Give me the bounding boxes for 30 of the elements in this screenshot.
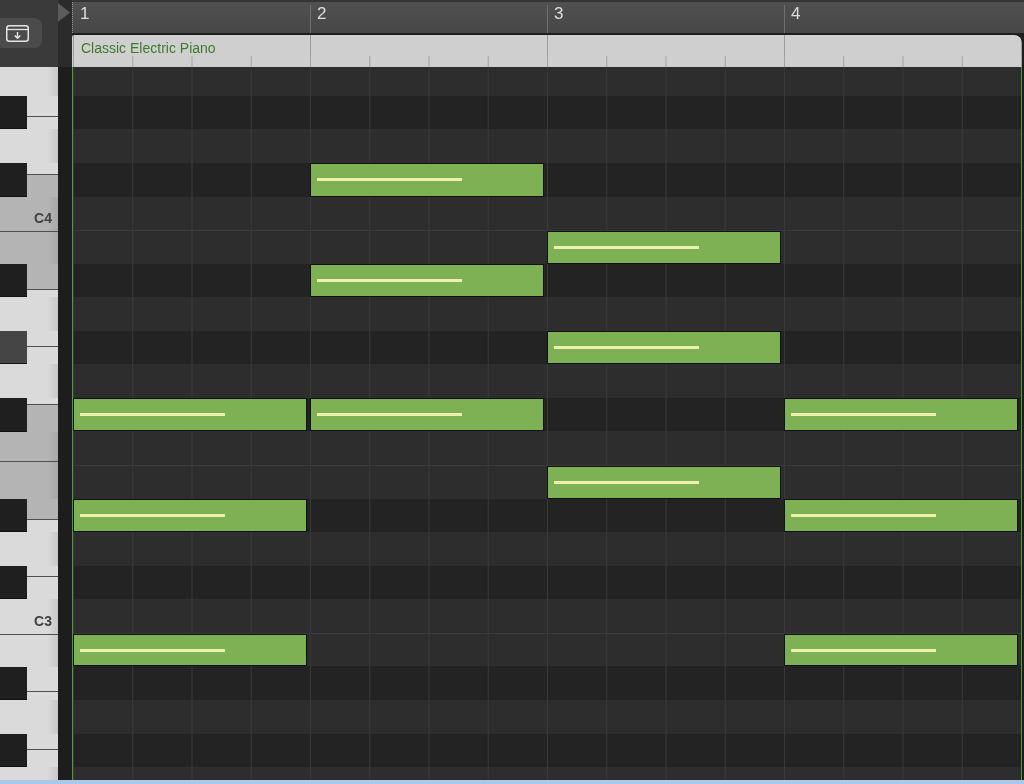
midi-note[interactable]	[547, 330, 781, 365]
download-button[interactable]	[0, 18, 42, 48]
midi-note[interactable]	[310, 397, 544, 432]
piano-key[interactable]	[0, 666, 27, 701]
midi-note[interactable]	[547, 231, 781, 264]
region-title: Classic Electric Piano	[81, 39, 216, 56]
midi-note[interactable]	[310, 163, 544, 197]
piano-key[interactable]	[0, 634, 58, 667]
bar-number: 4	[791, 5, 801, 23]
down-arrow-box-icon	[6, 24, 29, 42]
bar-number: 1	[80, 5, 90, 23]
piano-key[interactable]: C3	[0, 599, 58, 635]
bar-number: 2	[317, 5, 327, 23]
piano-key[interactable]	[0, 330, 27, 365]
midi-note[interactable]	[547, 466, 781, 499]
piano-key[interactable]	[0, 565, 27, 600]
midi-note[interactable]	[784, 397, 1018, 432]
bar-number: 3	[554, 5, 564, 23]
piano-key[interactable]	[0, 498, 27, 533]
piano-key[interactable]: C4	[0, 196, 58, 233]
piano-key[interactable]	[0, 733, 27, 768]
midi-note[interactable]	[73, 397, 307, 432]
midi-note[interactable]	[73, 498, 307, 533]
midi-note[interactable]	[784, 633, 1018, 667]
midi-note[interactable]	[73, 633, 307, 667]
midi-note[interactable]	[784, 498, 1018, 533]
piano-key[interactable]	[0, 263, 27, 298]
triangle-marker-icon[interactable]	[58, 3, 70, 22]
piano-key[interactable]	[0, 95, 27, 130]
midi-note[interactable]	[310, 263, 544, 298]
